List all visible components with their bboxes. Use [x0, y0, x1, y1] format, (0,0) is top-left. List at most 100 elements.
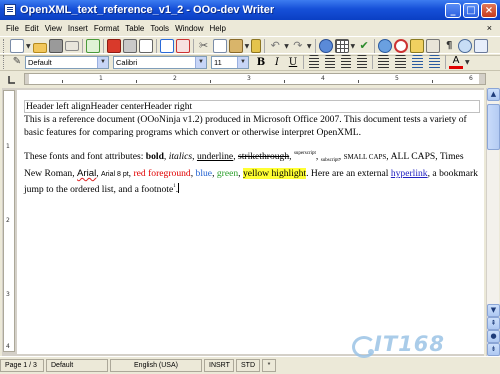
title-bar: OpenXML_text_reference_v1_2 - OOo-dev Wr… — [0, 0, 500, 20]
italic-icon[interactable]: I — [270, 57, 284, 68]
menu-file[interactable]: File — [3, 24, 22, 33]
chevron-down-icon[interactable]: ▼ — [97, 56, 108, 68]
paste-dropdown-icon[interactable]: ▼ — [245, 43, 250, 50]
bullets-icon[interactable] — [395, 55, 406, 69]
toolbar-separator — [192, 39, 194, 53]
zoom-icon[interactable] — [458, 39, 473, 53]
format-paintbrush-icon[interactable] — [251, 39, 262, 53]
redo-icon[interactable]: ↷ — [291, 39, 305, 53]
scroll-thumb[interactable] — [487, 104, 500, 150]
hyperlink-icon[interactable] — [318, 39, 333, 53]
close-button[interactable]: × — [481, 2, 497, 18]
menu-tools[interactable]: Tools — [147, 24, 172, 33]
paragraph-intro[interactable]: This is a reference document (OOoNinja v… — [24, 114, 480, 139]
previous-page-button[interactable]: ⇞ — [487, 317, 500, 330]
font-name-combo[interactable]: Calibri ▼ — [113, 55, 207, 69]
export-pdf-icon[interactable] — [106, 39, 121, 53]
copy-icon[interactable] — [212, 39, 227, 53]
toolbar-grip[interactable] — [3, 55, 6, 69]
menu-edit[interactable]: Edit — [22, 24, 42, 33]
show-draw-functions-icon[interactable]: ✔ — [357, 39, 371, 53]
writer-app-icon[interactable] — [4, 4, 16, 16]
email-icon[interactable] — [64, 41, 79, 51]
minimize-button[interactable]: _ — [445, 2, 461, 18]
insert-mode-indicator[interactable]: INSRT — [204, 359, 234, 372]
text-green: green — [216, 167, 239, 179]
menu-insert[interactable]: Insert — [65, 24, 91, 33]
numbering-icon[interactable] — [378, 55, 389, 69]
navigator-icon[interactable] — [394, 39, 409, 53]
align-center-icon[interactable] — [325, 55, 335, 69]
horizontal-ruler[interactable]: 1 2 3 4 5 6 — [24, 73, 486, 85]
justify-icon[interactable] — [357, 55, 367, 69]
document-text[interactable]: Header left alignHeader centerHeader rig… — [24, 100, 480, 197]
data-sources-icon[interactable] — [426, 39, 441, 53]
text-run: Here are an external — [310, 167, 391, 179]
text-cursor — [178, 183, 180, 194]
new-document-icon[interactable] — [10, 39, 24, 53]
toolbar-separator — [374, 39, 376, 53]
vertical-scrollbar[interactable]: ▲ ▼ ⇞ ● ⇟ — [486, 88, 500, 356]
save-icon[interactable] — [48, 39, 63, 53]
page-style-indicator[interactable]: Default — [46, 359, 108, 372]
page-indicator[interactable]: Page 1 / 3 — [0, 359, 44, 372]
hyperlink[interactable]: hyperlink — [391, 168, 428, 179]
table-icon[interactable] — [334, 39, 349, 53]
find-replace-icon[interactable] — [378, 39, 393, 53]
page-header[interactable]: Header left alignHeader centerHeader rig… — [24, 100, 480, 113]
scroll-up-button[interactable]: ▲ — [487, 88, 500, 101]
redo-dropdown-icon[interactable]: ▼ — [307, 43, 312, 50]
menu-format[interactable]: Format — [91, 24, 122, 33]
paste-icon[interactable] — [228, 39, 243, 53]
close-document-button[interactable]: × — [484, 23, 495, 33]
menu-window[interactable]: Window — [172, 24, 206, 33]
toolbar-grip[interactable] — [3, 39, 6, 53]
increase-indent-icon[interactable] — [429, 55, 440, 69]
spellcheck-icon[interactable] — [159, 39, 174, 53]
text-arial: Arial — [77, 167, 97, 179]
page-preview-icon[interactable] — [138, 39, 153, 53]
font-color-dropdown-icon[interactable]: ▼ — [465, 59, 470, 66]
decrease-indent-icon[interactable] — [412, 55, 423, 69]
language-indicator[interactable]: English (USA) — [110, 359, 202, 372]
align-left-icon[interactable] — [309, 55, 319, 69]
toolbar-separator — [155, 39, 157, 53]
table-dropdown-icon[interactable]: ▼ — [351, 43, 356, 50]
font-size-combo[interactable]: 11 ▼ — [211, 55, 249, 69]
menu-help[interactable]: Help — [207, 24, 229, 33]
toolbar-separator — [81, 39, 83, 53]
underline-icon[interactable]: U — [286, 57, 300, 68]
bold-icon[interactable]: B — [254, 57, 268, 68]
styles-formatting-icon[interactable]: ✎ — [10, 55, 24, 69]
tab-stop-selector[interactable] — [2, 72, 22, 86]
paragraph-style-value: Default — [28, 57, 52, 67]
help-icon[interactable] — [474, 39, 489, 53]
document-modified-indicator[interactable]: * — [262, 359, 276, 372]
ruler-number: 2 — [6, 217, 10, 224]
new-dropdown-icon[interactable]: ▼ — [26, 43, 31, 50]
chevron-down-icon[interactable]: ▼ — [237, 56, 248, 68]
undo-dropdown-icon[interactable]: ▼ — [284, 43, 289, 50]
gallery-icon[interactable] — [410, 39, 425, 53]
open-icon[interactable] — [32, 42, 47, 53]
align-right-icon[interactable] — [341, 55, 351, 69]
autospellcheck-icon[interactable] — [175, 39, 190, 53]
selection-mode-indicator[interactable]: STD — [236, 359, 260, 372]
edit-file-icon[interactable] — [85, 39, 100, 53]
font-color-icon[interactable]: A — [449, 55, 463, 69]
window-title: OpenXML_text_reference_v1_2 - OOo-dev Wr… — [20, 4, 275, 16]
ruler-number: 3 — [6, 291, 10, 298]
chevron-down-icon[interactable]: ▼ — [195, 56, 206, 68]
menu-view[interactable]: View — [42, 24, 65, 33]
text-yellow-highlight: yellow highlight — [242, 167, 307, 179]
scroll-down-button[interactable]: ▼ — [487, 304, 500, 317]
vertical-ruler[interactable]: 1 2 3 4 — [3, 90, 15, 352]
nonprinting-characters-icon[interactable]: ¶ — [442, 39, 456, 53]
print-icon[interactable] — [122, 39, 137, 53]
undo-icon[interactable]: ↶ — [268, 39, 282, 53]
menu-table[interactable]: Table — [122, 24, 147, 33]
maximize-button[interactable]: □ — [463, 2, 479, 18]
paragraph-style-combo[interactable]: Default ▼ — [25, 55, 109, 69]
paragraph-font-attributes[interactable]: These fonts and font attributes: bold, i… — [24, 148, 480, 197]
cut-icon[interactable]: ✂ — [197, 39, 211, 53]
